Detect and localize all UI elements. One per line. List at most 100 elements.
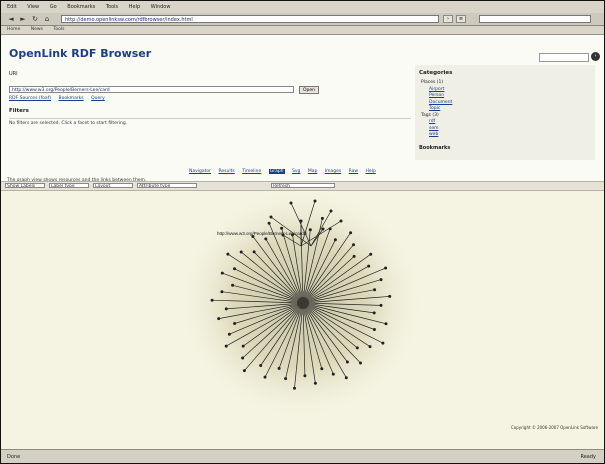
tab-svg[interactable]: Svg [292, 169, 300, 174]
graph-node[interactable] [284, 377, 288, 381]
show-labels-select[interactable]: Show Labels [5, 183, 45, 188]
graph-node[interactable] [303, 374, 307, 378]
graph-node[interactable] [329, 209, 333, 213]
categories-heading: Categories [419, 70, 453, 76]
home-icon[interactable]: ⌂ [43, 15, 51, 23]
graph-node[interactable] [384, 322, 388, 326]
graph-node[interactable] [263, 375, 267, 379]
graph-node[interactable] [321, 227, 325, 231]
tab-images[interactable]: Images [325, 169, 341, 174]
graph-node[interactable] [277, 366, 281, 370]
graph-node[interactable] [379, 303, 383, 307]
graph-node[interactable] [280, 226, 284, 230]
graph-node[interactable] [355, 346, 359, 350]
graph-node[interactable] [381, 341, 385, 345]
graph-node[interactable] [320, 367, 324, 371]
reload-icon[interactable]: ↻ [31, 15, 39, 23]
go-icon[interactable]: › [443, 15, 453, 23]
graph-node[interactable] [345, 360, 349, 364]
refresh-button[interactable]: Refresh [271, 183, 335, 188]
tab-raw[interactable]: Raw [349, 169, 358, 174]
menu-item[interactable]: View [27, 4, 39, 10]
graph-node[interactable] [233, 322, 237, 325]
bookmark-item[interactable]: News [31, 27, 43, 32]
menu-item[interactable]: Edit [7, 4, 17, 10]
menu-item[interactable]: Go [50, 4, 57, 10]
graph-node[interactable] [217, 317, 221, 321]
tab-results[interactable]: Results [218, 169, 234, 174]
site-search-input[interactable] [539, 53, 589, 62]
graph-node[interactable] [352, 243, 355, 247]
graph-node[interactable] [331, 372, 335, 376]
tab-navigator[interactable]: Navigator [189, 169, 211, 174]
graph-node[interactable] [267, 221, 271, 225]
open-button[interactable]: Open [299, 86, 319, 94]
graph-node[interactable] [339, 219, 343, 223]
graph-node[interactable] [259, 364, 263, 367]
bookmark-item[interactable]: Home [7, 27, 20, 32]
graph-node[interactable] [328, 227, 332, 231]
graph-node[interactable] [352, 254, 356, 258]
graph-node[interactable] [239, 250, 243, 254]
source-link[interactable]: RDF Sources (foaf) [9, 96, 51, 101]
graph-node[interactable] [233, 267, 236, 271]
menu-item[interactable]: Bookmarks [67, 4, 95, 10]
graph-node[interactable] [289, 201, 293, 205]
graph-node[interactable] [368, 345, 372, 349]
tab-timeline[interactable]: Timeline [242, 169, 261, 174]
layout-select[interactable]: Layout [93, 183, 133, 188]
graph-node[interactable] [293, 386, 296, 390]
attribute-type-select[interactable]: Attribute type [137, 183, 197, 188]
graph-node[interactable] [227, 332, 231, 336]
bookmark-item[interactable]: Tools [53, 27, 64, 32]
graph-node[interactable] [369, 252, 373, 256]
graph-node[interactable] [264, 237, 268, 241]
source-link[interactable]: Query [91, 96, 105, 101]
graph-node[interactable] [359, 361, 362, 365]
address-bar[interactable]: http://demo.openlinksw.com/rdfbrowser/in… [61, 15, 439, 23]
graph-node[interactable] [349, 231, 353, 235]
browser-search-input[interactable] [479, 15, 591, 23]
graph-node[interactable] [313, 199, 317, 203]
rss-icon[interactable]: ≡ [456, 15, 466, 23]
graph-node[interactable] [367, 264, 371, 268]
category-item[interactable]: web [429, 132, 595, 139]
forward-icon[interactable]: ► [19, 15, 27, 23]
graph-node[interactable] [269, 215, 273, 219]
graph-node[interactable] [224, 307, 228, 311]
graph-node[interactable] [241, 356, 245, 360]
rdf-graph[interactable]: http://www.w3.org/People/Berners-Lee/car… [1, 185, 604, 449]
graph-node[interactable] [344, 376, 348, 380]
menu-item[interactable]: Help [129, 4, 140, 10]
graph-node[interactable] [388, 294, 392, 298]
graph-node[interactable] [379, 278, 383, 282]
label-type-select[interactable]: Label type [49, 183, 89, 188]
graph-node[interactable] [299, 219, 303, 223]
graph-node[interactable] [373, 288, 377, 292]
graph-node[interactable] [333, 238, 337, 242]
graph-node[interactable] [320, 216, 324, 220]
graph-node[interactable] [384, 266, 388, 270]
graph-node[interactable] [242, 369, 246, 373]
graph-node[interactable] [241, 344, 245, 348]
graph-node[interactable] [308, 228, 312, 232]
menu-item[interactable]: Tools [106, 4, 118, 10]
tab-help[interactable]: Help [366, 169, 376, 174]
graph-node[interactable] [224, 344, 228, 348]
graph-node[interactable] [231, 283, 235, 287]
graph-node[interactable] [226, 252, 230, 256]
graph-node[interactable] [220, 271, 224, 275]
graph-node[interactable] [313, 381, 317, 385]
search-go-icon[interactable]: › [591, 52, 600, 61]
graph-node[interactable] [252, 250, 256, 254]
graph-node[interactable] [210, 298, 214, 302]
menu-item[interactable]: Window [151, 4, 171, 10]
source-link[interactable]: Bookmarks [58, 96, 83, 101]
tab-map[interactable]: Map [308, 169, 318, 174]
uri-input[interactable]: http://www.w3.org/People/Berners-Lee/car… [9, 86, 294, 93]
graph-node[interactable] [372, 328, 376, 331]
back-icon[interactable]: ◄ [7, 15, 15, 23]
graph-node[interactable] [372, 311, 376, 315]
graph-node[interactable] [220, 290, 224, 294]
tab-graph[interactable]: Graph [268, 169, 285, 174]
